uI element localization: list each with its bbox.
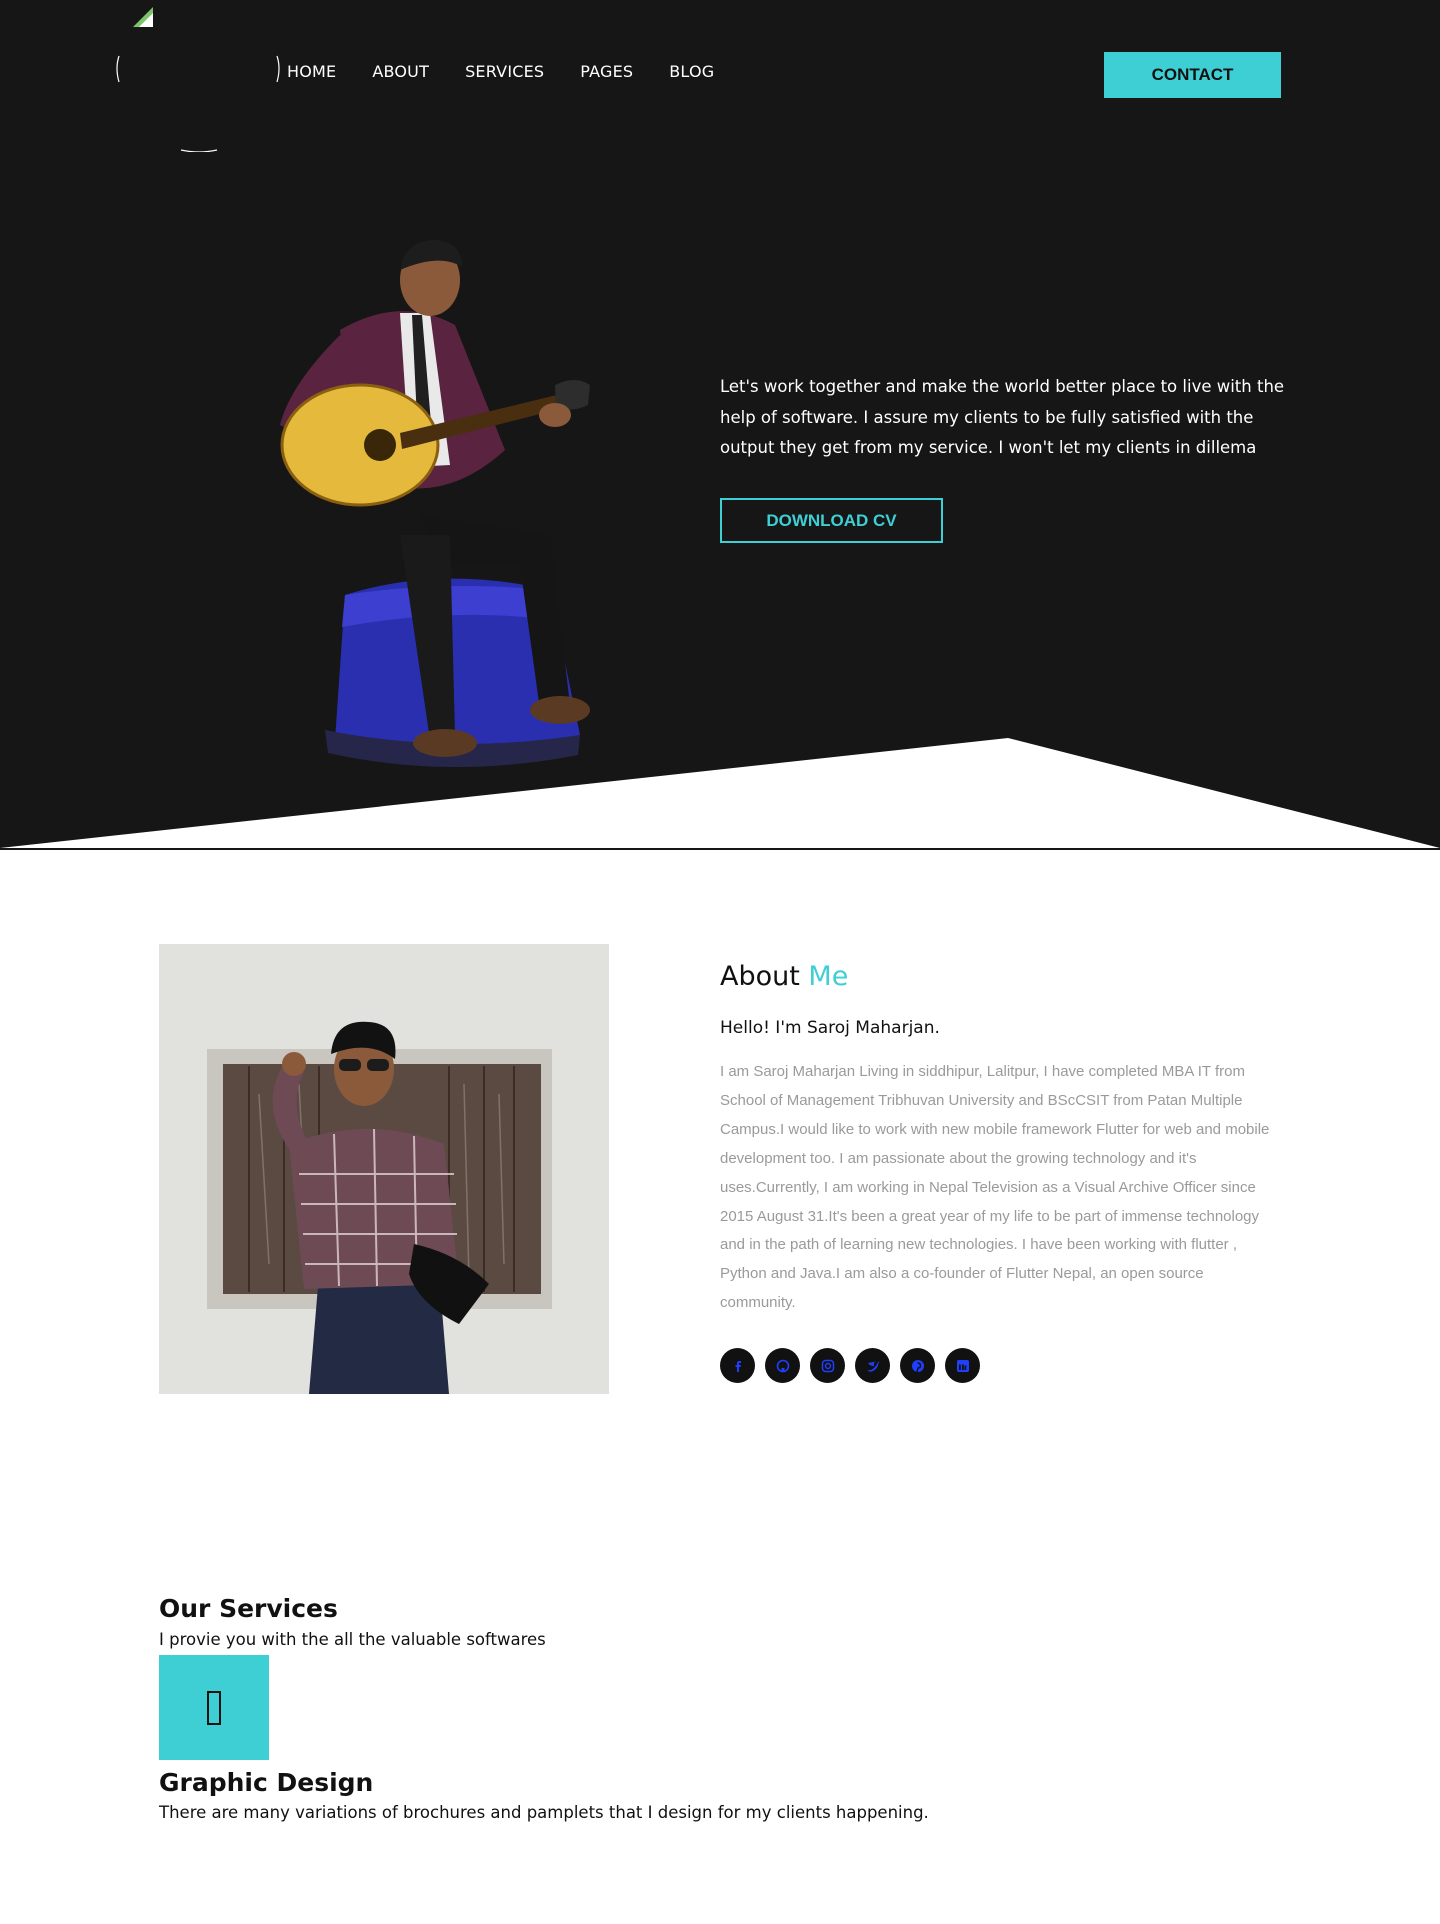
download-cv-button[interactable]: DOWNLOAD CV <box>720 498 943 543</box>
pinterest-icon <box>911 1359 924 1372</box>
twitter-link[interactable] <box>855 1348 890 1383</box>
service-title: Graphic Design <box>159 1768 374 1797</box>
logo-mark-icon <box>133 7 153 27</box>
about-title-accent: Me <box>808 961 849 992</box>
about-title: About Me <box>720 961 848 992</box>
nav-about[interactable]: ABOUT <box>372 62 429 81</box>
nav-home[interactable]: HOME <box>287 62 336 81</box>
facebook-link[interactable] <box>720 1348 755 1383</box>
nav-services[interactable]: SERVICES <box>465 62 544 81</box>
social-links <box>720 1348 980 1383</box>
contact-button[interactable]: CONTACT <box>1104 52 1281 98</box>
github-link[interactable] <box>765 1348 800 1383</box>
about-title-main: About <box>720 961 800 992</box>
service-description: There are many variations of brochures a… <box>159 1803 929 1822</box>
hero-section: HOME ABOUT SERVICES PAGES BLOG CONTACT L… <box>0 0 1440 850</box>
services-title: Our Services <box>159 1594 338 1623</box>
linkedin-link[interactable] <box>945 1348 980 1383</box>
linkedin-icon <box>956 1359 969 1372</box>
about-photo <box>159 944 609 1394</box>
hero-intro-text: Let's work together and make the world b… <box>720 377 1285 457</box>
pinterest-link[interactable] <box>900 1348 935 1383</box>
nav-blog[interactable]: BLOG <box>669 62 714 81</box>
service-card-graphic-design[interactable] <box>159 1655 269 1760</box>
design-icon <box>207 1690 221 1725</box>
hero-photo <box>280 240 590 768</box>
about-description: I am Saroj Maharjan Living in siddhipur,… <box>720 1063 1270 1312</box>
facebook-icon <box>735 1360 741 1372</box>
main-nav: HOME ABOUT SERVICES PAGES BLOG <box>287 62 714 81</box>
instagram-icon <box>821 1359 834 1372</box>
github-icon <box>776 1359 789 1372</box>
nav-pages[interactable]: PAGES <box>580 62 633 81</box>
instagram-link[interactable] <box>810 1348 845 1383</box>
about-greeting: Hello! I'm Saroj Maharjan. <box>720 1018 940 1038</box>
logo-icon[interactable] <box>115 48 283 152</box>
services-subtitle: I provie you with the all the valuable s… <box>159 1630 546 1649</box>
twitter-icon <box>866 1361 879 1372</box>
